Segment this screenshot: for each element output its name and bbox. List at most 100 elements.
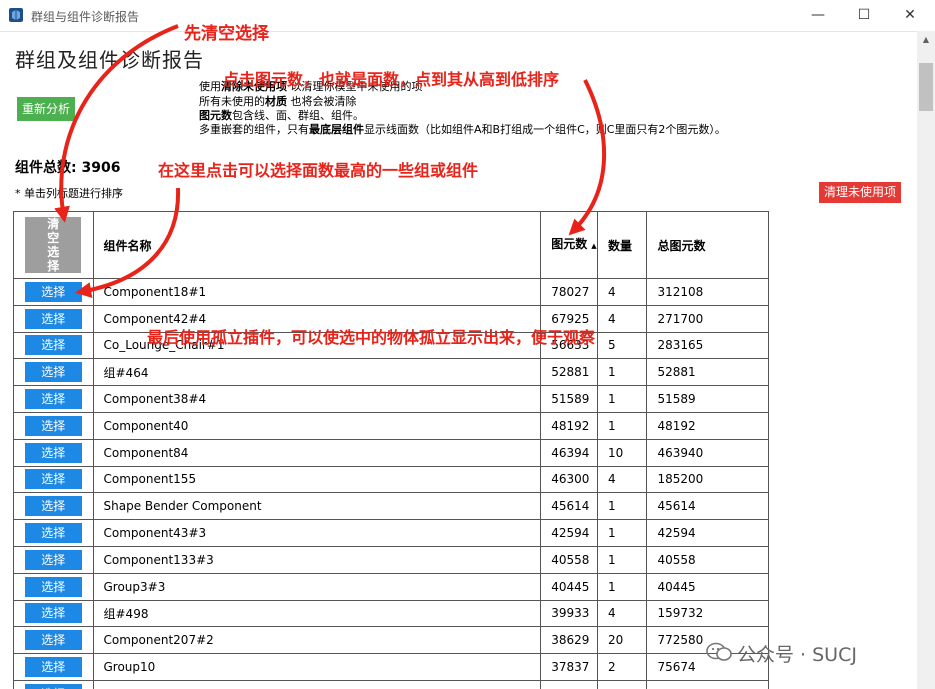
select-button[interactable]: 选择 — [24, 576, 82, 597]
component-name-cell: Group3#3 — [92, 572, 542, 601]
sort-ascending-icon: ▲ — [591, 242, 597, 250]
quantity-cell: 1 — [597, 492, 648, 521]
info-bold: 图元数 — [199, 109, 232, 122]
annotation-select-highest: 在这里点击可以选择面数最高的一些组或组件 — [158, 161, 479, 180]
select-button[interactable]: 选择 — [24, 657, 82, 678]
component-name-cell: Group10 — [92, 653, 542, 681]
component-name-cell: Component18#1 — [92, 278, 542, 306]
total-elements-cell: 185200 — [646, 465, 769, 494]
quantity-cell: 4 — [597, 599, 648, 628]
select-cell: 选择 — [13, 679, 94, 689]
total-elements-cell: 271700 — [646, 304, 769, 333]
select-button[interactable]: 选择 — [24, 308, 82, 329]
info-text: 多重嵌套的组件，只有 — [199, 123, 309, 136]
element-count-cell: 42594 — [540, 519, 599, 547]
component-table: 清空选择 组件名称 图元数 ▲ 数量 总图元数 选择 Component18#1 78… — [13, 211, 769, 689]
quantity-cell: 4 — [597, 465, 648, 494]
select-cell: 选择 — [13, 599, 94, 628]
total-elements-cell: 42594 — [646, 519, 769, 547]
table-row: 选择 组#498 39933 4 159732 — [13, 599, 769, 628]
table-row: 选择 Component40 48192 1 48192 — [13, 411, 769, 440]
header-element-count[interactable]: 图元数 ▲ — [540, 211, 599, 279]
info-text: 显示线面数（比如组件A和B打组成一个组件C，则C里面只有2个图元数）。 — [364, 123, 726, 136]
vertical-scrollbar[interactable]: ▲ — [917, 31, 935, 689]
total-elements-cell: 283165 — [646, 331, 769, 360]
select-button[interactable]: 选择 — [24, 683, 82, 689]
select-button[interactable]: 选择 — [24, 523, 82, 544]
total-elements-cell: 52881 — [646, 358, 769, 387]
select-cell: 选择 — [13, 519, 94, 547]
table-row: 选择 Component155 46300 4 185200 — [13, 465, 769, 494]
select-button[interactable]: 选择 — [24, 389, 82, 410]
select-cell: 选择 — [13, 304, 94, 333]
total-elements-cell: 51589 — [646, 385, 769, 413]
header-total-elements[interactable]: 总图元数 — [646, 211, 769, 279]
close-button[interactable]: ✕ — [887, 3, 933, 27]
total-elements-cell: 312108 — [646, 278, 769, 306]
component-name-cell: 组#464 — [92, 358, 542, 387]
select-button[interactable]: 选择 — [24, 496, 82, 517]
info-text: 也将会被清除 — [290, 95, 357, 108]
component-name-cell: Component40 — [92, 411, 542, 440]
component-name-cell: Component84 — [92, 438, 542, 467]
select-button[interactable]: 选择 — [24, 442, 82, 463]
quantity-cell: 2 — [597, 653, 648, 681]
select-button[interactable]: 选择 — [24, 362, 82, 383]
header-quantity[interactable]: 数量 — [597, 211, 648, 279]
component-name-cell: Component155 — [92, 465, 542, 494]
select-button[interactable]: 选择 — [24, 415, 82, 436]
minimize-button[interactable]: — — [795, 3, 841, 27]
table-row: 选择 Component84 46394 10 463940 — [13, 438, 769, 467]
element-count-cell: 78027 — [540, 278, 599, 306]
quantity-cell: 1 — [597, 411, 648, 440]
clear-selection-button[interactable]: 清空选择 — [25, 217, 82, 273]
total-elements-cell: 45614 — [646, 492, 769, 521]
reanalyze-button[interactable]: 重新分析 — [17, 97, 75, 121]
component-name-cell: 组#498 — [92, 599, 542, 628]
table-row: 选择 Group3#3 40445 1 40445 — [13, 572, 769, 601]
element-count-cell: 37837 — [540, 653, 599, 681]
select-button[interactable]: 选择 — [24, 630, 82, 651]
table-header-row: 清空选择 组件名称 图元数 ▲ 数量 总图元数 — [13, 211, 769, 279]
table-row: 选择 组#464 52881 1 52881 — [13, 358, 769, 387]
select-button[interactable]: 选择 — [24, 335, 82, 356]
info-bold: 最底层组件 — [309, 123, 364, 136]
component-name-cell: Component38#4 — [92, 385, 542, 413]
table-row: 选择 Component43#3 42594 1 42594 — [13, 519, 769, 547]
table-row: 选择 Shape Bender Component 45614 1 45614 — [13, 492, 769, 521]
scroll-thumb[interactable] — [919, 63, 933, 111]
info-line-4: 多重嵌套的组件，只有最底层组件显示线面数（比如组件A和B打组成一个组件C，则C里… — [199, 123, 726, 137]
table-row: 选择 Component38#4 51589 1 51589 — [13, 385, 769, 413]
scroll-up-icon[interactable]: ▲ — [917, 31, 935, 49]
element-count-cell — [540, 679, 599, 689]
quantity-cell: 5 — [597, 331, 648, 360]
cleanup-unused-button[interactable]: 清理未使用项 — [819, 182, 901, 203]
annotation-isolate-plugin: 最后使用孤立插件，可以使选中的物体孤立显示出来，便于观察 — [147, 328, 596, 347]
info-line-3: 图元数包含线、面、群组、组件。 — [199, 109, 364, 123]
page-title: 群组及组件诊断报告 — [15, 48, 204, 72]
select-cell: 选择 — [13, 653, 94, 681]
select-cell: 选择 — [13, 465, 94, 494]
maximize-button[interactable]: ☐ — [841, 3, 887, 27]
clear-selection-header: 清空选择 — [13, 211, 94, 279]
element-count-cell: 38629 — [540, 626, 599, 655]
component-total: 组件总数: 3906 — [15, 160, 121, 176]
select-button[interactable]: 选择 — [24, 549, 82, 570]
clear-selection-label: 清空选择 — [47, 217, 60, 273]
select-cell: 选择 — [13, 278, 94, 306]
header-component-name[interactable]: 组件名称 — [92, 211, 542, 279]
wechat-icon — [706, 642, 732, 661]
select-button[interactable]: 选择 — [24, 603, 82, 624]
total-elements-cell — [646, 679, 769, 689]
component-name-cell: Component43#3 — [92, 519, 542, 547]
select-cell: 选择 — [13, 411, 94, 440]
select-cell: 选择 — [13, 492, 94, 521]
select-cell: 选择 — [13, 358, 94, 387]
watermark-text: 公众号 · SUCJ — [737, 644, 857, 666]
select-button[interactable]: 选择 — [24, 281, 82, 302]
header-element-count-label: 图元数 — [551, 237, 588, 251]
quantity-cell: 20 — [597, 626, 648, 655]
element-count-cell: 40445 — [540, 572, 599, 601]
select-button[interactable]: 选择 — [24, 469, 82, 490]
info-text: 包含线、面、群组、组件。 — [232, 109, 364, 122]
